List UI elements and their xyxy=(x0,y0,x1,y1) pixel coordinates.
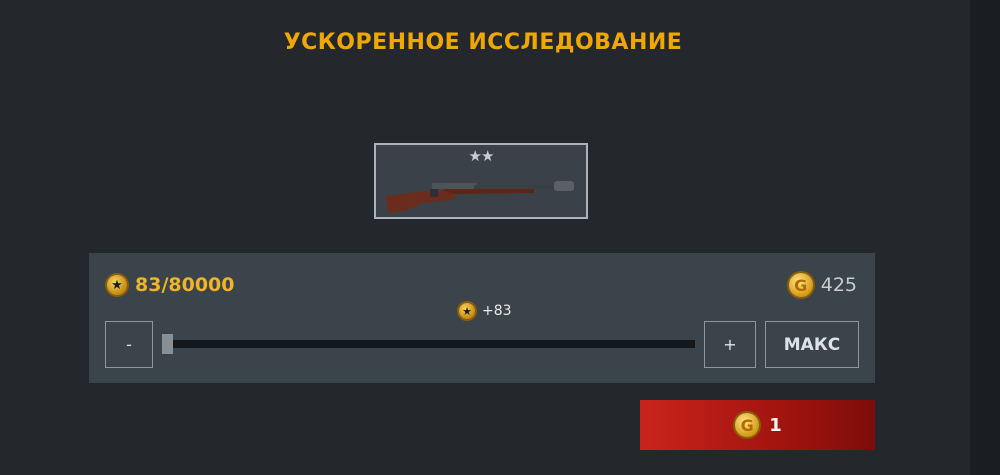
amount-slider-track[interactable] xyxy=(163,340,695,348)
increase-button[interactable]: + xyxy=(704,321,756,368)
right-edge-panel xyxy=(970,0,1000,475)
rifle-icon xyxy=(386,181,574,213)
star-coin-icon: ★ xyxy=(105,273,129,297)
research-panel: ★ 83/80000 G 425 ★ +83 - + МАКС xyxy=(89,253,875,383)
buy-cost: 1 xyxy=(769,414,782,436)
page-title: УСКОРЕННОЕ ИССЛЕДОВАНИЕ xyxy=(283,30,683,55)
gain-value: +83 xyxy=(482,303,512,319)
gold-coin-icon: G xyxy=(786,271,815,299)
gold-value: 425 xyxy=(820,274,857,296)
xp-counter: ★ 83/80000 xyxy=(105,273,234,297)
gain-label: ★ +83 xyxy=(457,301,512,321)
star-coin-icon: ★ xyxy=(457,301,477,321)
decrease-button[interactable]: - xyxy=(105,321,153,368)
gold-balance: G 425 xyxy=(786,271,857,299)
max-button[interactable]: МАКС xyxy=(765,321,859,368)
xp-value: 83/80000 xyxy=(135,274,235,296)
amount-slider-handle[interactable] xyxy=(162,334,173,354)
gold-coin-icon: G xyxy=(733,411,762,439)
buy-button[interactable]: G 1 xyxy=(640,400,875,450)
item-card[interactable]: ★★ xyxy=(374,143,588,219)
